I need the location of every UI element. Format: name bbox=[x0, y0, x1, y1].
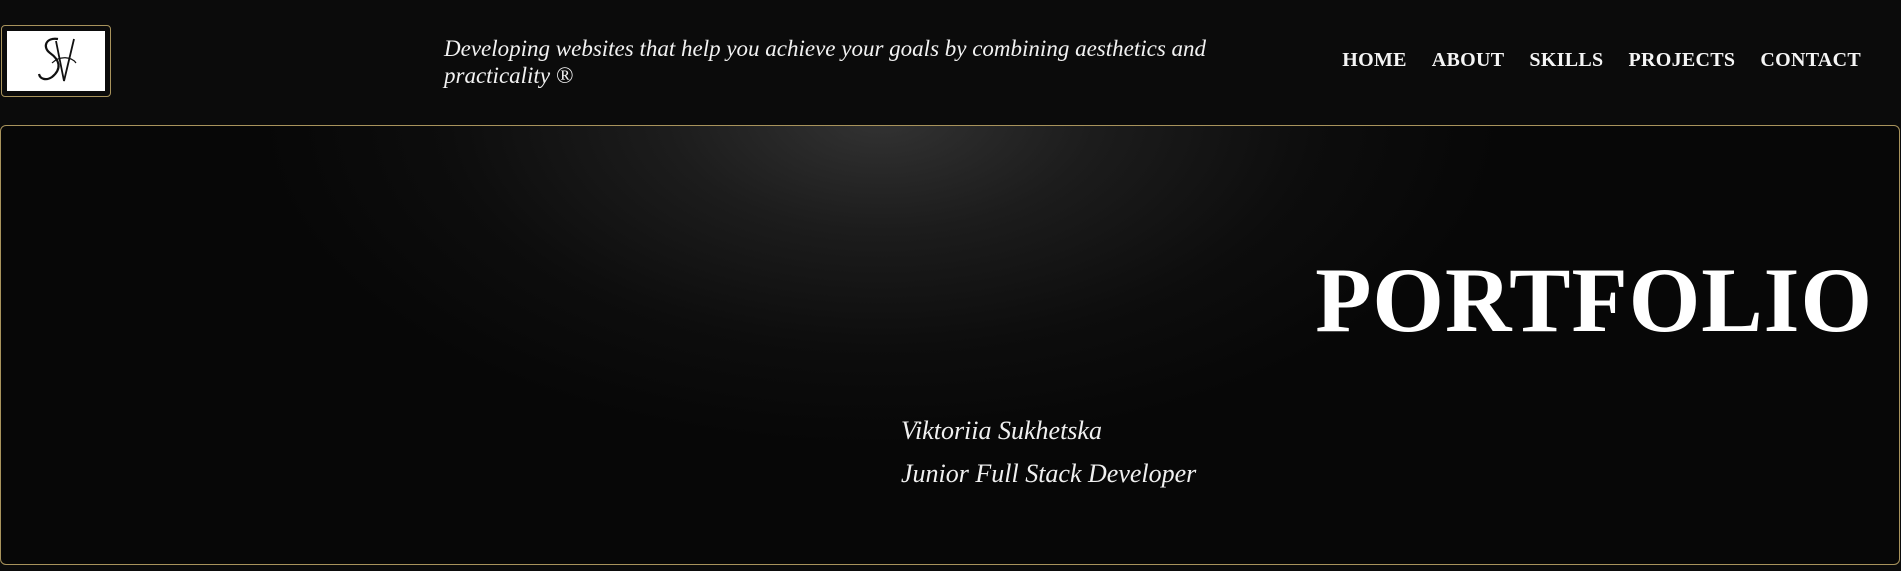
nav-projects[interactable]: PROJECTS bbox=[1628, 49, 1735, 72]
nav-skills[interactable]: SKILLS bbox=[1529, 49, 1603, 72]
hero-section: PORTFOLIO Viktoriia Sukhetska Junior Ful… bbox=[0, 125, 1900, 565]
nav-home[interactable]: HOME bbox=[1342, 49, 1407, 72]
page: Developing websites that help you achiev… bbox=[0, 0, 1901, 571]
tagline: Developing websites that help you achiev… bbox=[444, 36, 1207, 88]
hero-role: Junior Full Stack Developer bbox=[901, 459, 1197, 488]
logo-image bbox=[7, 31, 105, 91]
logo[interactable] bbox=[1, 25, 111, 97]
site-header: Developing websites that help you achiev… bbox=[0, 0, 1901, 124]
nav-about[interactable]: ABOUT bbox=[1432, 49, 1505, 72]
hero-title: PORTFOLIO bbox=[1315, 249, 1873, 351]
sv-monogram-icon bbox=[37, 37, 77, 82]
hero-name: Viktoriia Sukhetska bbox=[901, 416, 1102, 445]
main-nav: HOME ABOUT SKILLS PROJECTS CONTACT bbox=[1342, 49, 1861, 72]
nav-contact[interactable]: CONTACT bbox=[1760, 49, 1861, 72]
